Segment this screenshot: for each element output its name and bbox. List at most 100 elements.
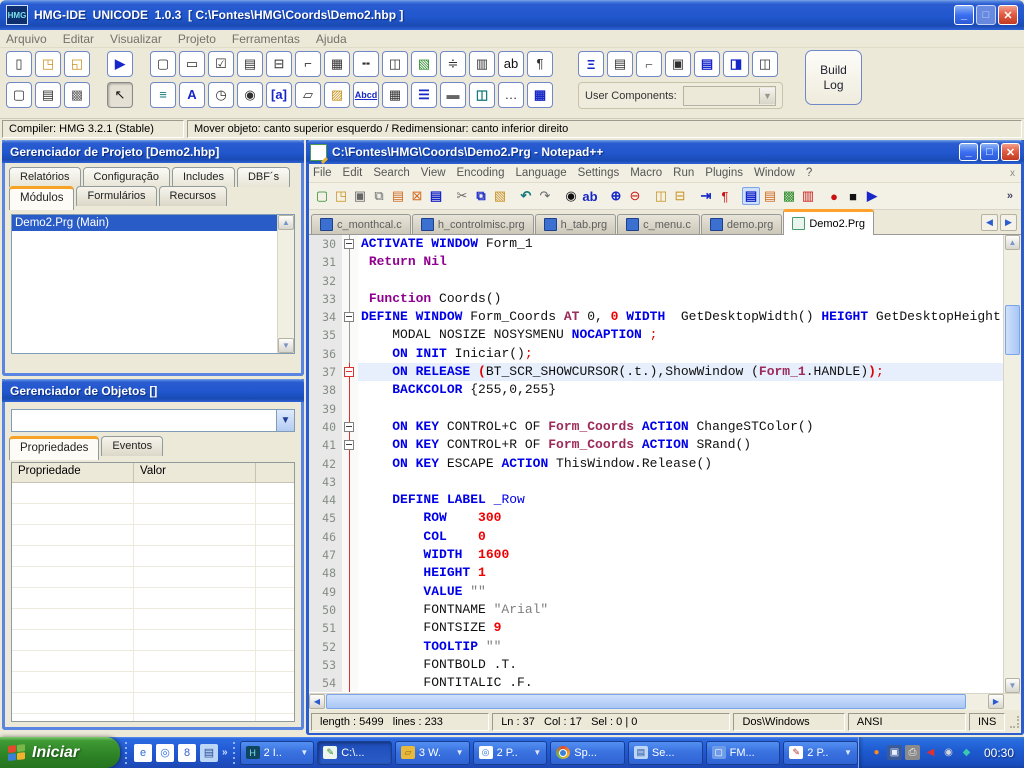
npp-menu-macro[interactable]: Macro (630, 167, 662, 179)
tray-antivirus-icon[interactable]: ● (869, 745, 884, 760)
code-line-47[interactable]: 47 WIDTH 1600 (309, 546, 1003, 564)
tray-display-icon[interactable]: ▣ (887, 745, 902, 760)
indent-guide-icon[interactable]: ⇥ (697, 187, 715, 205)
ide-menu-ferramentas[interactable]: Ferramentas (232, 32, 300, 46)
start-button[interactable]: Iniciar (0, 737, 120, 768)
task-button-npp[interactable]: ✎C:\... (317, 741, 392, 765)
fold-margin[interactable] (342, 308, 358, 326)
fold-margin[interactable] (342, 455, 358, 473)
scroll-down-icon[interactable]: ▼ (278, 338, 294, 353)
build-run-icon[interactable]: ▶ (107, 51, 133, 77)
launcher-google-icon[interactable]: 8 (178, 744, 196, 762)
table-row[interactable] (12, 504, 294, 525)
table-row[interactable] (12, 651, 294, 672)
folder-workspace-icon[interactable]: ▩ (780, 187, 798, 205)
ctl-frame-icon[interactable]: ◫ (382, 51, 408, 77)
data-table-icon[interactable]: ▩ (64, 82, 90, 108)
tray-network-icon[interactable]: ◆ (959, 745, 974, 760)
code-line-42[interactable]: 42 ON KEY ESCAPE ACTION ThisWindow.Relea… (309, 455, 1003, 473)
code-line-41[interactable]: 41 ON KEY CONTROL+R OF Form_Coords ACTIO… (309, 436, 1003, 454)
code-line-32[interactable]: 32 (309, 272, 1003, 290)
code-line-53[interactable]: 53 FONTBOLD .T. (309, 656, 1003, 674)
open-project-icon[interactable]: ◳ (35, 51, 61, 77)
ctl-more-icon[interactable]: … (498, 82, 524, 108)
ctl-checkbox-icon[interactable]: ☑ (208, 51, 234, 77)
ide-close-button[interactable]: ✕ (998, 5, 1018, 25)
ide-maximize-button[interactable]: □ (976, 5, 996, 25)
code-line-52[interactable]: 52 TOOLTIP "" (309, 638, 1003, 656)
library-icon[interactable]: ≡ (150, 82, 176, 108)
tray-print-icon[interactable]: ⎙ (905, 745, 920, 760)
object-selector-combobox[interactable]: ▼ (11, 409, 295, 432)
doc-close-icon[interactable]: x (1010, 168, 1015, 179)
status-insert-mode[interactable]: INS (969, 713, 1005, 731)
ide-titlebar[interactable]: HMG HMG-IDE UNICODE 1.0.3 [ C:\Fontes\HM… (0, 0, 1024, 30)
fold-margin[interactable] (342, 509, 358, 527)
code-line-31[interactable]: 31 Return Nil (309, 253, 1003, 271)
scroll-up-icon[interactable]: ▲ (1005, 235, 1020, 250)
document-tab-h-tab-prg[interactable]: h_tab.prg (535, 214, 616, 234)
table-row[interactable] (12, 630, 294, 651)
fold-margin[interactable] (342, 656, 358, 674)
table-row[interactable] (12, 483, 294, 504)
doc-monitor-icon[interactable]: ▥ (799, 187, 817, 205)
fold-collapse-icon[interactable] (344, 440, 354, 450)
print-icon[interactable]: ▤ (427, 187, 445, 205)
npp-menu-search[interactable]: Search (373, 167, 409, 179)
object-tab-propriedades[interactable]: Propriedades (9, 436, 99, 460)
task-button-notes[interactable]: ▤Se... (628, 741, 703, 765)
launcher-search-icon[interactable]: ◎ (156, 744, 174, 762)
npp-menu-encoding[interactable]: Encoding (457, 167, 505, 179)
ide-minimize-button[interactable]: _ (954, 5, 974, 25)
save-doc-icon[interactable]: ▣ (351, 187, 369, 205)
object-tab-eventos[interactable]: Eventos (101, 436, 163, 456)
project-panel-titlebar[interactable]: Gerenciador de Projeto [Demo2.hbp] (2, 140, 304, 163)
npp-menu-file[interactable]: File (313, 167, 332, 179)
code-line-35[interactable]: 35 MODAL NOSIZE NOSYSMENU NOCAPTION ; (309, 326, 1003, 344)
task-button-chrome[interactable]: Sp... (550, 741, 625, 765)
code-line-40[interactable]: 40 ON KEY CONTROL+C OF Form_Coords ACTIO… (309, 418, 1003, 436)
fold-margin[interactable] (342, 436, 358, 454)
toolbar-overflow-icon[interactable]: » (1007, 190, 1013, 202)
properties-grid[interactable]: Propriedade Valor (11, 462, 295, 722)
code-line-37[interactable]: 37 ON RELEASE (BT_SCR_SHOWCURSOR(.t.),Sh… (309, 363, 1003, 381)
code-line-46[interactable]: 46 COL 0 (309, 528, 1003, 546)
ctl-checklabel-icon[interactable]: ☰ (411, 82, 437, 108)
fold-margin[interactable] (342, 528, 358, 546)
show-symbols-icon[interactable]: ¶ (716, 187, 734, 205)
fold-collapse-icon[interactable] (344, 422, 354, 432)
project-tab-relat-rios[interactable]: Relatórios (9, 167, 81, 187)
ctl-label-icon[interactable]: A (179, 82, 205, 108)
code-line-54[interactable]: 54 FONTITALIC .F. (309, 674, 1003, 692)
ide-menu-editar[interactable]: Editar (63, 32, 94, 46)
ide-menu-ajuda[interactable]: Ajuda (316, 32, 347, 46)
replace-icon[interactable]: ab (581, 187, 599, 205)
column-header-property[interactable]: Propriedade (12, 463, 134, 482)
npp-menu-view[interactable]: View (421, 167, 446, 179)
fold-margin[interactable] (342, 363, 358, 381)
ctl-panel-icon[interactable]: ▣ (665, 51, 691, 77)
table-row[interactable] (12, 546, 294, 567)
ide-menu-visualizar[interactable]: Visualizar (110, 32, 162, 46)
task-button-folder[interactable]: ▱3 W.▼ (395, 741, 470, 765)
build-log-button[interactable]: Build Log (805, 50, 862, 105)
zoom-out-icon[interactable]: ⊖ (626, 187, 644, 205)
macro-play-icon[interactable]: ▶ (863, 187, 881, 205)
task-button-search[interactable]: ◎2 P..▼ (473, 741, 548, 765)
paste-icon[interactable]: ▧ (491, 187, 509, 205)
npp-menu-language[interactable]: Language (515, 167, 566, 179)
table-row[interactable] (12, 609, 294, 630)
ctl-toolbar-icon[interactable]: ▬ (440, 82, 466, 108)
fold-margin[interactable] (342, 583, 358, 601)
zoom-in-icon[interactable]: ⊕ (607, 187, 625, 205)
npp-menu-settings[interactable]: Settings (578, 167, 620, 179)
ctl-combobox-icon[interactable]: ⊟ (266, 51, 292, 77)
project-tab-formul-rios[interactable]: Formulários (76, 186, 156, 206)
fold-margin[interactable] (342, 400, 358, 418)
ctl-timer-icon[interactable]: ◷ (208, 82, 234, 108)
ctl-listview-icon[interactable]: ▤ (694, 51, 720, 77)
code-line-34[interactable]: 34DEFINE WINDOW Form_Coords AT 0, 0 WIDT… (309, 308, 1003, 326)
ctl-player-icon[interactable]: ◫ (469, 82, 495, 108)
fold-margin[interactable] (342, 272, 358, 290)
ctl-tabcontrol-icon[interactable]: ▱ (295, 82, 321, 108)
